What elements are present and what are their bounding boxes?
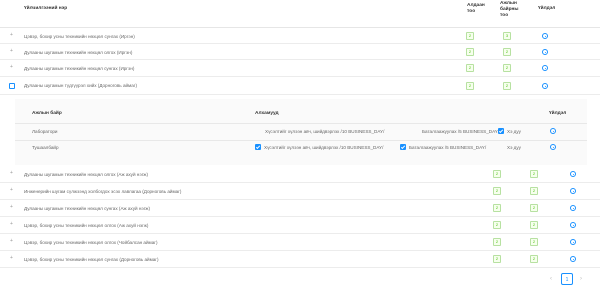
step-checkbox[interactable] [498,128,504,134]
divider [15,140,587,141]
expand-plus-icon[interactable]: + [10,222,13,227]
column-header-allowed: Алдаан тоо [467,3,485,14]
step-label: Хэ дуу [507,145,521,150]
workplace-count-badge: 2 [530,255,538,263]
settings-icon[interactable] [570,222,576,228]
service-name: Инженерийн шугам сүлжээнд холбогдох эсэх… [24,189,182,194]
workplace-count-badge: 2 [503,82,511,90]
column-header-workplaces: Ажлын байрны тоо [500,1,519,18]
settings-icon[interactable] [570,239,576,245]
table-row: + Инженерийн шугам сүлжээнд холбогдох эс… [0,183,600,200]
table-row: + Цэвэр, бохир усны техникийн нөхцөл сун… [0,28,600,44]
service-name: Цэвэр, бохир усны техникийн нөхцөл олгох… [24,240,158,245]
expand-plus-icon[interactable]: + [10,65,13,70]
workplace-count-badge: 2 [530,238,538,246]
allowed-count-badge: 2 [493,221,501,229]
allowed-count-badge: 2 [493,255,501,263]
workplace-count-badge: 2 [530,204,538,212]
workplace-name: Тушаалбайр [32,145,59,150]
settings-icon[interactable] [570,205,576,211]
pagination-next-icon[interactable]: › [577,273,585,285]
nested-header-steps: Алхамууд [255,111,279,116]
workplace-count-badge: 2 [530,187,538,195]
step-checkbox[interactable] [400,144,406,150]
step-label: Хэ дуу [507,129,521,134]
step-label: Баталгаажуулах /5 BUSINESS_DAY/ [409,145,487,150]
workplace-count-badge: 2 [503,64,511,72]
allowed-count-badge: 2 [493,170,501,178]
table-row: + Цэвэр, бохир усны техникийн нөхцөл олг… [0,234,600,251]
allowed-count-badge: 2 [493,238,501,246]
service-name: Цэвэр, бохир усны техникийн нөхцөл сунга… [24,34,135,39]
table-header: Үйлчилгээний нэр Алдаан тоо Ажлын байрны… [0,0,600,28]
step-checkbox[interactable] [255,144,261,150]
table-row: + Дулааны шугамын техникийн нөхцөл олгох… [0,44,600,60]
expand-plus-icon[interactable]: + [10,171,13,176]
allowed-count-badge: 2 [493,204,501,212]
expand-plus-icon[interactable]: + [10,33,13,38]
service-name: Дулааны шугамын техникийн нөхцөл олгох (… [24,50,133,55]
column-header-actions: Үйлдэл [538,6,556,11]
table-row: + Дулааны шугамын техникийн нөхцөл олгох… [0,166,600,183]
service-name: Цэвэр, бохир усны техникийн нөхцөл сунга… [24,257,159,262]
expand-plus-icon[interactable]: + [10,239,13,244]
table-row: + Дулааны шугамын техникийн нөхцөл сунга… [0,60,600,77]
service-name: Дулааны шугамын техникийн нөхцөл сунгах … [24,66,135,71]
settings-icon[interactable] [542,33,548,39]
column-header-name: Үйлчилгээний нэр [24,6,68,11]
table-row-expanded: Дулааны шугамын түдгүүрэл хийх (Дорногов… [0,77,600,95]
settings-icon[interactable] [550,128,556,134]
service-name: Цэвэр, бохир усны техникийн нөхцөл олгох… [24,223,149,228]
service-name: Дулааны шугамын түдгүүрэл хийх (Дорногов… [24,83,137,88]
workplace-name: Лаборатори [32,129,58,134]
allowed-count-badge: 2 [466,82,474,90]
allowed-count-badge: 2 [466,32,474,40]
expand-plus-icon[interactable]: + [10,256,13,261]
expand-plus-icon[interactable]: + [10,205,13,210]
service-name: Дулааны шугамын техникийн нөхцөл сунгах … [24,206,151,211]
workplace-count-badge: 2 [503,48,511,56]
pagination-prev-icon[interactable]: ‹ [547,273,555,285]
workplace-count-badge: 2 [530,221,538,229]
settings-icon[interactable] [542,65,548,71]
settings-icon[interactable] [570,256,576,262]
step-label: Баталгаажуулах /5 BUSINESS_DAY/ [422,129,500,134]
table-row: + Цэвэр, бохир усны техникийн нөхцөл олг… [0,217,600,234]
step-label: Хүсэлтийг хүлээн авч, шийдвэрлэх /10 BUS… [265,129,385,134]
pagination-page-current[interactable]: 1 [561,273,573,285]
workplace-count-badge: 3 [503,32,511,40]
collapse-toggle[interactable] [9,83,15,89]
nested-workplace-table: Ажлын байр Алхамууд Үйлдэл Лаборатори Хү… [15,99,587,165]
service-name: Дулааны шугамын техникийн нөхцөл олгох (… [24,172,148,177]
nested-header-workplace: Ажлын байр [32,111,62,116]
table-row: + Дулааны шугамын техникийн нөхцөл сунга… [0,200,600,217]
allowed-count-badge: 2 [493,187,501,195]
nested-header-actions: Үйлдэл [549,111,567,116]
expand-plus-icon[interactable]: + [10,188,13,193]
step-label: Хүсэлтийг хүлээн авч, шийдвэрлэх /10 BUS… [264,145,384,150]
divider [15,123,587,124]
settings-icon[interactable] [542,49,548,55]
allowed-count-badge: 2 [466,48,474,56]
settings-icon[interactable] [542,83,548,89]
settings-icon[interactable] [570,171,576,177]
settings-icon[interactable] [550,144,556,150]
expand-plus-icon[interactable]: + [10,49,13,54]
workplace-count-badge: 2 [530,170,538,178]
table-row: + Цэвэр, бохир усны техникийн нөхцөл сун… [0,251,600,268]
settings-icon[interactable] [570,188,576,194]
allowed-count-badge: 2 [466,64,474,72]
